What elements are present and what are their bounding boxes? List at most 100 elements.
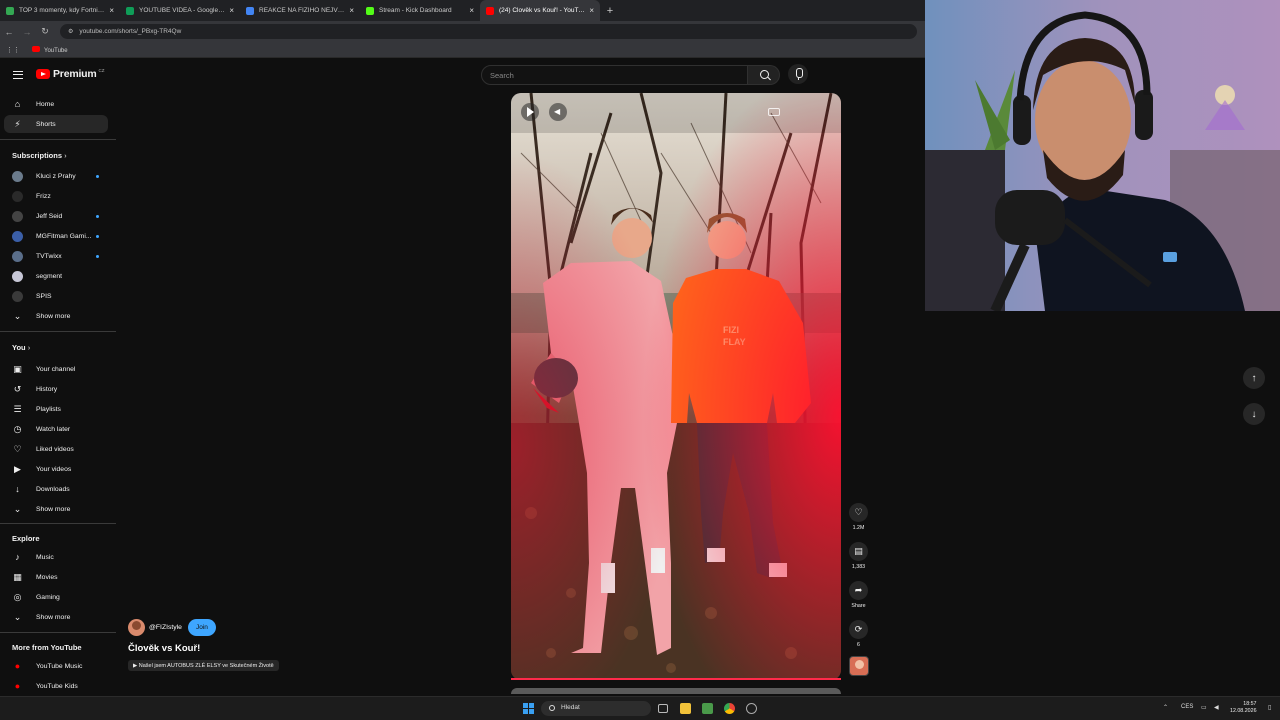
channel-handle[interactable]: @FIZIstyle — [149, 624, 182, 631]
subscriptions-heading[interactable]: Subscriptions › — [12, 151, 67, 160]
clock-date: 12.08.2026 — [1230, 708, 1257, 714]
sidebar-item-watch-later[interactable]: ◷ Watch later — [4, 420, 108, 438]
taskbar-search[interactable]: Hledat — [541, 701, 651, 716]
you-heading[interactable]: You › — [12, 343, 30, 352]
language-indicator[interactable]: CES — [1181, 704, 1193, 710]
next-short-button[interactable]: ↓ — [1243, 403, 1265, 425]
sidebar-item-liked-videos[interactable]: ♡ Liked videos — [4, 440, 108, 458]
subscription-item[interactable]: TVTwixx — [4, 247, 108, 265]
url-field[interactable]: ⚙ youtube.com/shorts/_PBxg-TR4Qw — [60, 24, 917, 39]
youtube-premium-logo[interactable]: Premium CZ — [36, 68, 105, 80]
more-from-youtube-heading[interactable]: More from YouTube — [12, 643, 82, 652]
site-info-icon[interactable]: ⚙ — [68, 28, 73, 35]
voice-search-icon[interactable] — [788, 64, 808, 84]
play-button[interactable] — [521, 103, 539, 121]
sidebar-item-music[interactable]: ♪ Music — [4, 548, 108, 566]
chrome-icon[interactable] — [724, 703, 735, 714]
menu-icon[interactable] — [13, 71, 23, 79]
sidebar-item-label: segment — [36, 272, 63, 280]
tab-favicon-icon — [6, 6, 14, 15]
sidebar-item-movies[interactable]: ▦ Movies — [4, 568, 108, 586]
sidebar-item-downloads[interactable]: ↓ Downloads — [4, 480, 108, 498]
sidebar-item-youtube-kids[interactable]: ● YouTube Kids — [4, 677, 108, 695]
apps-icon[interactable]: ⋮⋮ — [6, 46, 20, 54]
channel-avatar[interactable] — [128, 619, 145, 636]
browser-tab[interactable]: (24) Člověk vs Kouř! - YouTube × — [480, 0, 600, 21]
sidebar-item-label: Home — [36, 100, 55, 108]
remix-action[interactable]: ⟳ 6 — [848, 620, 869, 648]
forward-icon[interactable]: → — [18, 27, 36, 37]
taskbar-clock[interactable]: 18:57 12.08.2026 — [1230, 701, 1257, 715]
tab-title: Stream - Kick Dashboard — [379, 7, 452, 14]
search-button[interactable] — [748, 65, 780, 85]
sidebar-item-history[interactable]: ↺ History — [4, 380, 108, 398]
explore-heading[interactable]: Explore — [12, 534, 40, 543]
subscription-item[interactable]: MGFitman Gami... — [4, 227, 108, 245]
calculator-app-icon[interactable] — [702, 703, 713, 714]
explore-heading-label: Explore — [12, 534, 40, 543]
show-more-explore[interactable]: ⌄ Show more — [4, 608, 108, 626]
network-icon[interactable]: ▭ — [1201, 704, 1207, 711]
new-tab-button[interactable]: + — [600, 5, 620, 17]
reload-icon[interactable]: ↻ — [36, 26, 54, 37]
search-input[interactable]: Search — [481, 65, 748, 85]
sidebar-item-label: Downloads — [36, 485, 70, 493]
volume-tray-icon[interactable]: ◀ — [1214, 704, 1219, 711]
previous-short-button[interactable]: ↑ — [1243, 367, 1265, 389]
sidebar-item-youtube-music[interactable]: ● YouTube Music — [4, 657, 108, 675]
subscription-avatar — [12, 290, 23, 302]
subscription-item[interactable]: SPIS — [4, 287, 108, 305]
sidebar-item-home[interactable]: ⌂ Home — [4, 95, 108, 113]
bookmark-youtube[interactable]: YouTube — [32, 45, 68, 54]
subscription-item[interactable]: Kluci z Prahy — [4, 167, 108, 185]
volume-button[interactable]: ◀ — [549, 103, 567, 121]
tray-chevron-icon[interactable]: ⌃ — [1163, 704, 1168, 711]
subscription-item[interactable]: Jeff Seid — [4, 207, 108, 225]
windows-start-icon[interactable] — [523, 703, 534, 714]
browser-tab[interactable]: TOP 3 momenty, kdy Fortnite S × — [0, 0, 120, 21]
comments-action[interactable]: ▤ 1,383 — [848, 542, 869, 570]
sidebar-item-label: TVTwixx — [36, 252, 62, 260]
next-short-preview[interactable] — [511, 688, 841, 694]
bookmark-label: YouTube — [44, 47, 68, 54]
subscription-item[interactable]: segment — [4, 267, 108, 285]
short-video-player[interactable]: FIZI FLAY ◀ — [511, 93, 841, 680]
sidebar-item-shorts[interactable]: ⚡ Shorts — [4, 115, 108, 133]
show-more-you[interactable]: ⌄ Show more — [4, 500, 108, 518]
search-bar: Search — [481, 65, 780, 85]
sound-thumbnail[interactable] — [849, 656, 869, 676]
browser-tab[interactable]: YOUTUBE VIDEA - Google Shee × — [120, 0, 240, 21]
sidebar-item-label: Playlists — [36, 405, 61, 413]
settings-app-icon[interactable] — [746, 703, 757, 714]
sidebar-item-label: Jeff Seid — [36, 212, 63, 220]
sidebar-item-label: Show more — [36, 505, 71, 513]
back-icon[interactable]: ← — [0, 27, 18, 37]
close-tab-icon[interactable]: × — [109, 6, 114, 15]
close-tab-icon[interactable]: × — [469, 6, 474, 15]
task-view-icon[interactable] — [658, 704, 668, 713]
browser-tab[interactable]: REAKCE NA FIZIHO NEJVIC OB × — [240, 0, 360, 21]
sidebar-item-playlists[interactable]: ☰ Playlists — [4, 400, 108, 418]
subscription-item[interactable]: Frizz — [4, 187, 108, 205]
movies-icon: ▦ — [13, 571, 22, 582]
notifications-icon[interactable]: ▯ — [1268, 704, 1271, 711]
new-content-dot — [96, 174, 99, 178]
sidebar-item-your-videos[interactable]: ▶ Your videos — [4, 460, 108, 478]
file-explorer-icon[interactable] — [680, 703, 691, 714]
show-more-subscriptions[interactable]: ⌄ Show more — [4, 307, 108, 325]
sidebar-divider — [0, 523, 116, 524]
tab-title: TOP 3 momenty, kdy Fortnite S — [19, 7, 106, 14]
share-action[interactable]: ➦ Share — [848, 581, 869, 609]
like-action[interactable]: ♡ 1.2M — [848, 503, 869, 531]
browser-tab[interactable]: Stream - Kick Dashboard × — [360, 0, 480, 21]
close-tab-icon[interactable]: × — [589, 6, 594, 15]
sidebar-item-gaming[interactable]: ◎ Gaming — [4, 588, 108, 606]
channel-avatar-icon — [12, 170, 23, 182]
close-tab-icon[interactable]: × — [229, 6, 234, 15]
close-tab-icon[interactable]: × — [349, 6, 354, 15]
short-progress-bar[interactable] — [511, 678, 841, 680]
sidebar-item-your-channel[interactable]: ▣ Your channel — [4, 360, 108, 378]
captions-button[interactable] — [765, 103, 783, 121]
join-button[interactable]: Join — [187, 619, 216, 636]
related-video-pill[interactable]: ▶ Našel jsem AUTOBUS ZLÉ ELSY ve Skutečn… — [128, 660, 279, 671]
